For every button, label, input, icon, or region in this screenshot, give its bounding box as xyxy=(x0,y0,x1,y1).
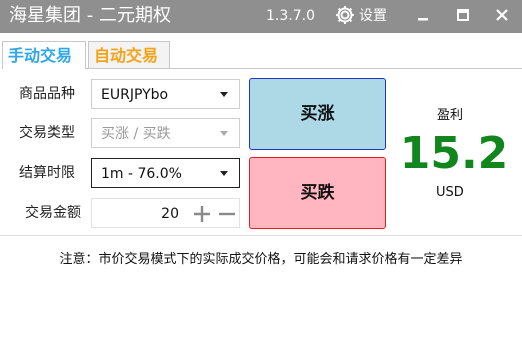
minimize-icon[interactable] xyxy=(413,5,433,25)
gear-icon[interactable] xyxy=(334,4,356,26)
profit-value: 15.2 xyxy=(399,128,509,179)
product-label: 商品品种 xyxy=(19,86,75,102)
minus-icon[interactable] xyxy=(218,205,236,223)
profit-unit: USD xyxy=(436,185,464,200)
trade-type-select[interactable]: 买涨 / 买跌 xyxy=(91,118,240,148)
trade-type-label: 交易类型 xyxy=(19,125,75,141)
plus-icon[interactable] xyxy=(193,205,211,223)
buy-up-button[interactable]: 买涨 xyxy=(249,78,386,150)
maximize-icon[interactable] xyxy=(453,5,473,25)
tab-manual-trading[interactable]: 手动交易 xyxy=(2,41,86,69)
amount-label: 交易金额 xyxy=(25,205,81,221)
chevron-down-icon xyxy=(220,131,228,136)
settlement-label: 结算时限 xyxy=(19,165,75,181)
chevron-down-icon xyxy=(220,171,228,176)
settlement-value: 1m - 76.0% xyxy=(101,166,182,182)
section-divider xyxy=(0,235,522,236)
product-value: EURJPYbo xyxy=(101,87,169,103)
product-select[interactable]: EURJPYbo xyxy=(91,79,240,109)
window-title: 海星集团 - 二元期权 xyxy=(9,5,171,26)
chevron-down-icon xyxy=(220,92,228,97)
version-label: 1.3.7.0 xyxy=(266,8,315,24)
settings-button[interactable]: 设置 xyxy=(359,6,387,26)
notice-text: 注意：市价交易模式下的实际成交价格，可能会和请求价格有一定差异 xyxy=(59,252,463,267)
title-bar: 海星集团 - 二元期权 1.3.7.0 设置 xyxy=(0,0,522,33)
buy-down-button[interactable]: 买跌 xyxy=(249,157,386,229)
tab-auto-trading[interactable]: 自动交易 xyxy=(88,41,170,69)
amount-value[interactable]: 20 xyxy=(161,204,179,224)
profit-label: 盈利 xyxy=(437,108,464,123)
close-icon[interactable] xyxy=(492,5,512,25)
settlement-select[interactable]: 1m - 76.0% xyxy=(91,158,240,188)
trade-type-value: 买涨 / 买跌 xyxy=(101,126,171,142)
amount-stepper[interactable]: 20 xyxy=(91,198,240,228)
